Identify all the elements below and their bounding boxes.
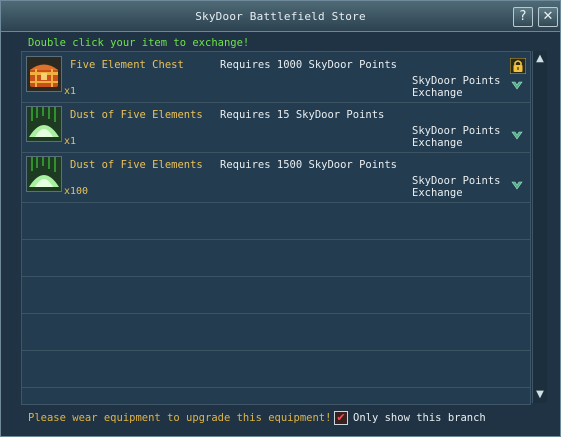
empty-slot bbox=[22, 202, 530, 240]
item-name: Dust of Five Elements bbox=[70, 109, 203, 121]
window-title: SkyDoor Battlefield Store bbox=[195, 10, 366, 23]
empty-slot bbox=[22, 313, 530, 351]
chevron-down-icon[interactable] bbox=[511, 79, 523, 91]
item-quantity: x1 bbox=[64, 136, 77, 147]
dust-icon bbox=[26, 156, 62, 192]
chevron-down-icon[interactable] bbox=[511, 179, 523, 191]
exchange-action[interactable]: SkyDoor Points Exchange bbox=[412, 125, 512, 149]
footer-message: Please wear equipment to upgrade this eq… bbox=[28, 412, 332, 424]
item-requirement: Requires 15 SkyDoor Points bbox=[220, 109, 385, 121]
empty-slot bbox=[22, 276, 530, 314]
empty-slot bbox=[22, 239, 530, 277]
item-name: Dust of Five Elements bbox=[70, 159, 203, 171]
chevron-down-icon[interactable] bbox=[511, 129, 523, 141]
item-requirement: Requires 1500 SkyDoor Points bbox=[220, 159, 398, 171]
scrollbar[interactable]: ▲ ▼ bbox=[532, 51, 547, 403]
checkbox-label[interactable]: Only show this branch bbox=[353, 412, 486, 424]
dust-icon bbox=[26, 106, 62, 142]
scroll-up-icon[interactable]: ▲ bbox=[534, 53, 546, 65]
item-quantity: x100 bbox=[64, 186, 89, 197]
item-quantity: x1 bbox=[64, 86, 77, 97]
lock-icon bbox=[510, 58, 526, 74]
item-name: Five Element Chest bbox=[70, 59, 184, 71]
list-item[interactable]: x1 Dust of Five Elements Requires 15 Sky… bbox=[22, 102, 530, 153]
store-window: SkyDoor Battlefield Store ? ✕ Double cli… bbox=[0, 0, 561, 437]
exchange-action[interactable]: SkyDoor Points Exchange bbox=[412, 75, 512, 99]
item-list: x1 Five Element Chest Requires 1000 SkyD… bbox=[21, 51, 531, 405]
only-branch-checkbox[interactable]: ✔ bbox=[334, 411, 348, 425]
list-item[interactable]: x1 Five Element Chest Requires 1000 SkyD… bbox=[22, 52, 530, 103]
help-button[interactable]: ? bbox=[513, 7, 533, 27]
exchange-action[interactable]: SkyDoor Points Exchange bbox=[412, 175, 512, 199]
item-requirement: Requires 1000 SkyDoor Points bbox=[220, 59, 398, 71]
list-item[interactable]: x100 Dust of Five Elements Requires 1500… bbox=[22, 152, 530, 203]
chest-icon bbox=[26, 56, 62, 92]
empty-slot bbox=[22, 350, 530, 388]
scroll-down-icon[interactable]: ▼ bbox=[534, 389, 546, 401]
title-bar[interactable]: SkyDoor Battlefield Store ? ✕ bbox=[1, 1, 560, 32]
exchange-hint: Double click your item to exchange! bbox=[28, 37, 250, 49]
close-button[interactable]: ✕ bbox=[538, 7, 558, 27]
